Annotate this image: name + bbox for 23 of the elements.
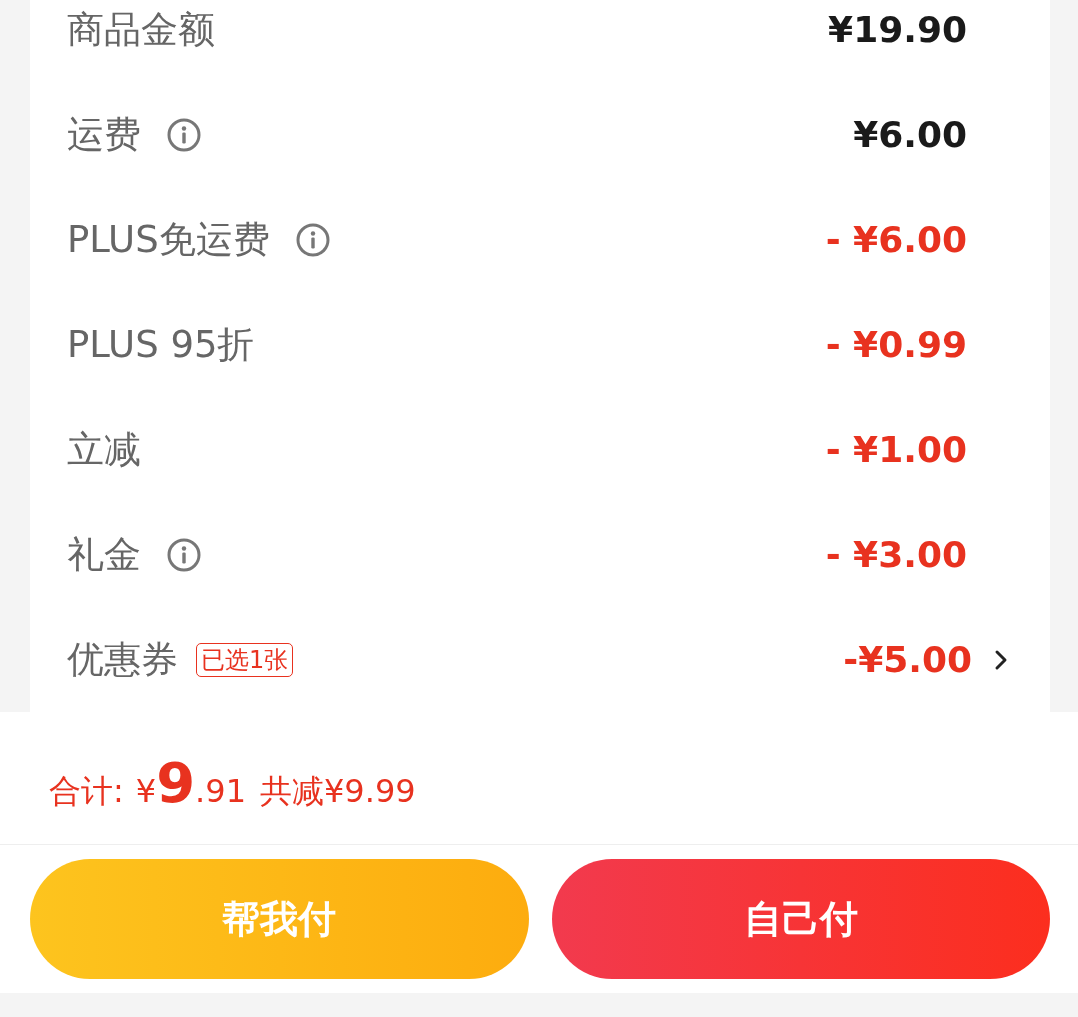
- chevron-icon[interactable]: [994, 648, 1008, 671]
- row-label: PLUS 95折: [67, 321, 255, 368]
- amount-value: -¥5.00: [843, 639, 972, 680]
- row-label: PLUS免运费: [67, 216, 270, 263]
- total-savings: 共减¥9.99: [260, 771, 416, 812]
- row-label: 礼金: [67, 531, 141, 578]
- info-icon[interactable]: [167, 537, 201, 572]
- amount-value: - ¥6.00: [825, 219, 967, 260]
- amount-value: - ¥0.99: [825, 324, 967, 365]
- row-label: 优惠券: [67, 636, 178, 683]
- amount-value: ¥19.90: [828, 9, 967, 50]
- amount-value: - ¥3.00: [825, 534, 967, 575]
- row-label: 立减: [67, 426, 141, 473]
- info-icon[interactable]: [295, 222, 330, 257]
- total-label: 合计:: [49, 771, 124, 812]
- row-label: 商品金额: [67, 6, 215, 53]
- total-price: ¥9.91: [135, 750, 246, 815]
- pay-button[interactable]: 自己付: [551, 859, 1050, 979]
- coupon-tag: 已选1张: [196, 642, 294, 677]
- amount-value: ¥6.00: [853, 114, 967, 155]
- info-icon[interactable]: [167, 117, 201, 152]
- row-label: 运费: [67, 111, 141, 158]
- amount-value: - ¥1.00: [825, 429, 967, 470]
